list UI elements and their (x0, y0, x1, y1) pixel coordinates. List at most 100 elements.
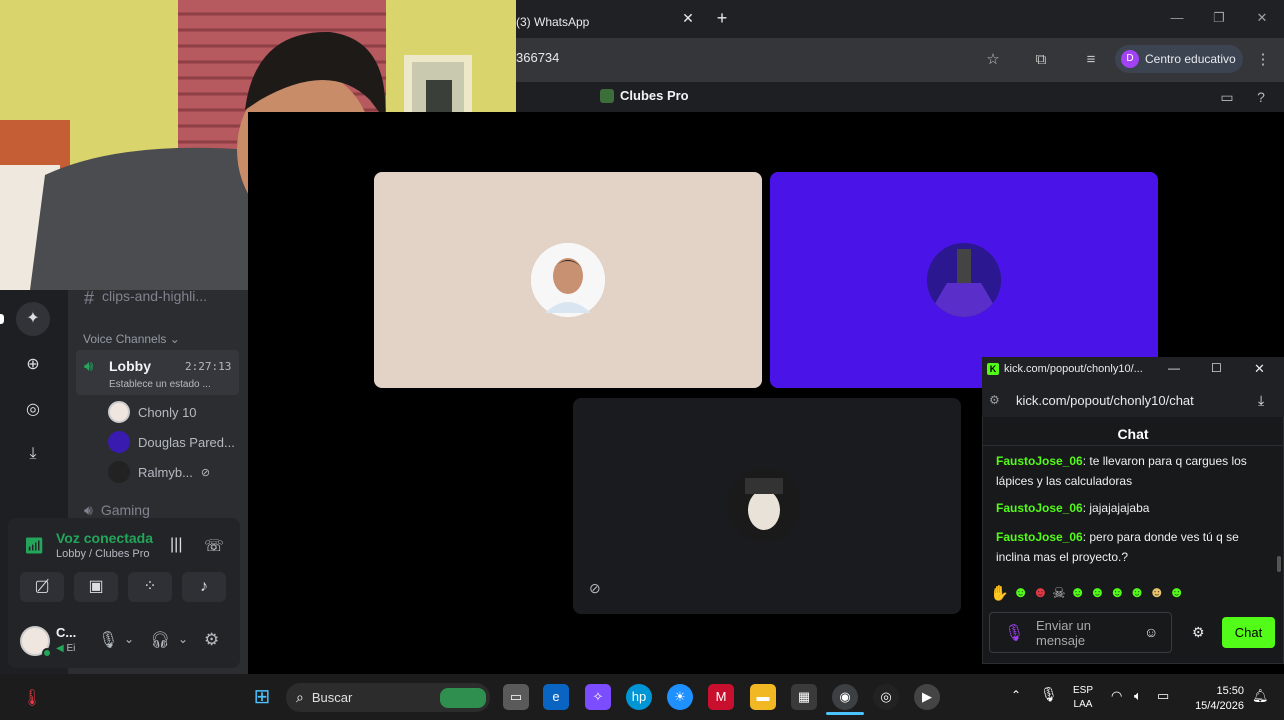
edge-icon[interactable]: e (543, 684, 569, 710)
chat-message: FaustoJose_06: pero para donde ves tú q … (996, 527, 1266, 567)
popup-close-icon[interactable]: ✕ (1254, 361, 1265, 377)
headphones-icon[interactable]: 🎧︎ (150, 630, 170, 650)
stadium-avatar-icon (927, 243, 1001, 317)
emote-icon[interactable]: ☻ (1109, 584, 1125, 606)
soundboard-button[interactable]: ♪ (182, 572, 226, 602)
popup-url[interactable]: kick.com/popout/chonly10/chat (1016, 393, 1194, 408)
activities-button[interactable]: ⁘ (128, 572, 172, 602)
emote-icon[interactable]: ☻ (1129, 584, 1145, 606)
microphone-icon[interactable]: 🎙︎ (98, 630, 118, 650)
emote-icon[interactable]: ☻ (1032, 584, 1048, 606)
chevron-up-icon[interactable]: ⌃ (1011, 688, 1021, 702)
media-player-icon[interactable]: ▶ (914, 684, 940, 710)
speaker-icon: 🔊︎ (84, 358, 94, 375)
search-icon: ⌕ (296, 689, 304, 705)
emote-icon[interactable]: ☻ (1149, 584, 1165, 606)
member-name: Chonly 10 (138, 404, 197, 420)
signal-icon[interactable]: 📶︎ (24, 536, 44, 556)
gaming-channel[interactable]: 🔊︎ Gaming (84, 502, 150, 519)
emote-icon[interactable]: ☻ (1169, 584, 1185, 606)
chevron-down-icon[interactable]: ⌄ (178, 632, 188, 646)
site-settings-icon[interactable]: ⚙︎ (989, 393, 1000, 407)
settings-gear-icon[interactable]: ⚙ (204, 630, 219, 650)
wifi-icon[interactable]: ◠ (1111, 688, 1122, 704)
taskbar-search[interactable]: ⌕ Buscar (286, 683, 490, 712)
member-row[interactable]: Chonly 10 (108, 400, 240, 424)
user-sub: ◀︎ Ei (56, 643, 75, 654)
profile-button[interactable]: D Centro educativo (1115, 45, 1243, 73)
copilot-icon[interactable]: ✧ (585, 684, 611, 710)
windows-start-icon[interactable]: ⊞ (249, 684, 275, 710)
user-name[interactable]: C... (56, 625, 76, 640)
chat-scrollbar[interactable] (1277, 556, 1281, 572)
download-icon[interactable]: ⤓ (16, 437, 50, 471)
more-menu-icon[interactable]: ⋮ (1252, 49, 1274, 71)
microphone-icon[interactable]: 🎙︎ (1040, 686, 1058, 703)
soundboard-icon: ♪ (200, 578, 208, 595)
tab-whatsapp[interactable]: (3) WhatsApp (516, 6, 706, 38)
microsoft-store-icon[interactable]: ▦ (791, 684, 817, 710)
weather-icon[interactable]: 🌡︎ (22, 688, 42, 708)
file-explorer-icon[interactable]: ▬ (750, 684, 776, 710)
media-controls-icon[interactable]: ≡ (1080, 49, 1102, 71)
chrome-icon[interactable]: ◉ (832, 684, 858, 710)
minimize-icon[interactable]: — (1162, 8, 1192, 28)
volume-icon[interactable]: 🔈︎ (1134, 688, 1142, 704)
close-window-icon[interactable]: ✕ (1247, 8, 1277, 28)
participant-tile[interactable] (374, 172, 762, 388)
chat-settings-icon[interactable]: ⚙ (1192, 624, 1205, 641)
mcafee-icon[interactable]: M (708, 684, 734, 710)
voice-location[interactable]: Lobby / Clubes Pro (56, 548, 150, 560)
voice-section-label: Voice Channels (83, 332, 167, 346)
clock[interactable]: 15:50 15/4/2026 (1194, 684, 1244, 714)
bookmark-star-icon[interactable]: ☆ (982, 49, 1004, 71)
weather-app-icon[interactable]: ☀ (667, 684, 693, 710)
send-chat-button[interactable]: Chat (1222, 617, 1275, 648)
member-row[interactable]: Douglas Pared... (108, 430, 240, 454)
search-label: Buscar (311, 690, 353, 705)
disconnect-icon[interactable]: ☏ (204, 536, 224, 556)
language-indicator[interactable]: ESP LAA (1073, 684, 1093, 712)
discover-icon[interactable]: ◎ (16, 393, 50, 427)
notifications-icon[interactable]: 🔔︎ (1252, 688, 1269, 704)
emote-icon[interactable]: ☻ (1013, 584, 1029, 606)
muted-mic-icon: ⊘ (589, 580, 601, 596)
participant-tile[interactable] (770, 172, 1158, 388)
voice-section-header[interactable]: Voice Channels ⌄ (83, 332, 180, 346)
battery-icon[interactable]: ▭ (1157, 688, 1169, 704)
tab-close-icon[interactable]: ✕ (680, 10, 696, 26)
text-channel[interactable]: # clips-and-highli... (84, 288, 207, 309)
chat-username[interactable]: FaustoJose_06 (996, 501, 1083, 515)
url-input[interactable]: 366734 (516, 50, 559, 65)
maximize-icon[interactable]: ❐ (1204, 8, 1234, 28)
clock-date: 15/4/2026 (1195, 700, 1244, 712)
inbox-icon[interactable]: ▭ (1218, 88, 1236, 106)
new-tab-button[interactable]: + (712, 8, 732, 28)
add-server-icon[interactable]: ⊕ (16, 348, 50, 382)
obs-icon[interactable]: ◎ (873, 684, 899, 710)
emote-icon[interactable]: ☻ (1090, 584, 1106, 606)
participant-tile[interactable]: ⊘ (573, 398, 961, 614)
popup-maximize-icon[interactable]: ☐ (1211, 361, 1222, 375)
chat-input[interactable]: 🎙︎ Enviar un mensaje ☺ (989, 612, 1172, 653)
chevron-down-icon[interactable]: ⌄ (124, 632, 134, 646)
hp-icon[interactable]: hp (626, 684, 652, 710)
microphone-icon[interactable]: 🎙︎ (1004, 623, 1024, 643)
task-view-icon[interactable]: ▭ (503, 684, 529, 710)
discord-home-icon[interactable]: ✦ (16, 302, 50, 336)
noise-suppression-icon[interactable]: ||| (170, 536, 182, 554)
download-icon[interactable]: ⤓ (1258, 392, 1264, 409)
emoji-icon[interactable]: ☺ (1144, 624, 1158, 640)
extensions-icon[interactable]: ⧉ (1030, 49, 1052, 71)
screen-share-button[interactable]: ▣ (74, 572, 118, 602)
help-icon[interactable]: ? (1252, 88, 1270, 106)
chat-username[interactable]: FaustoJose_06 (996, 530, 1083, 544)
emote-icon[interactable]: ✋ (990, 584, 1009, 606)
popup-minimize-icon[interactable]: — (1168, 361, 1180, 375)
member-row[interactable]: Ralmyb... ⊘ (108, 460, 240, 484)
camera-off-button[interactable]: ▢̸ (20, 572, 64, 602)
emote-icon[interactable]: ☠ (1052, 584, 1065, 606)
chat-username[interactable]: FaustoJose_06 (996, 454, 1083, 468)
emote-icon[interactable]: ☻ (1070, 584, 1086, 606)
voice-status[interactable]: Voz conectada (56, 530, 153, 546)
